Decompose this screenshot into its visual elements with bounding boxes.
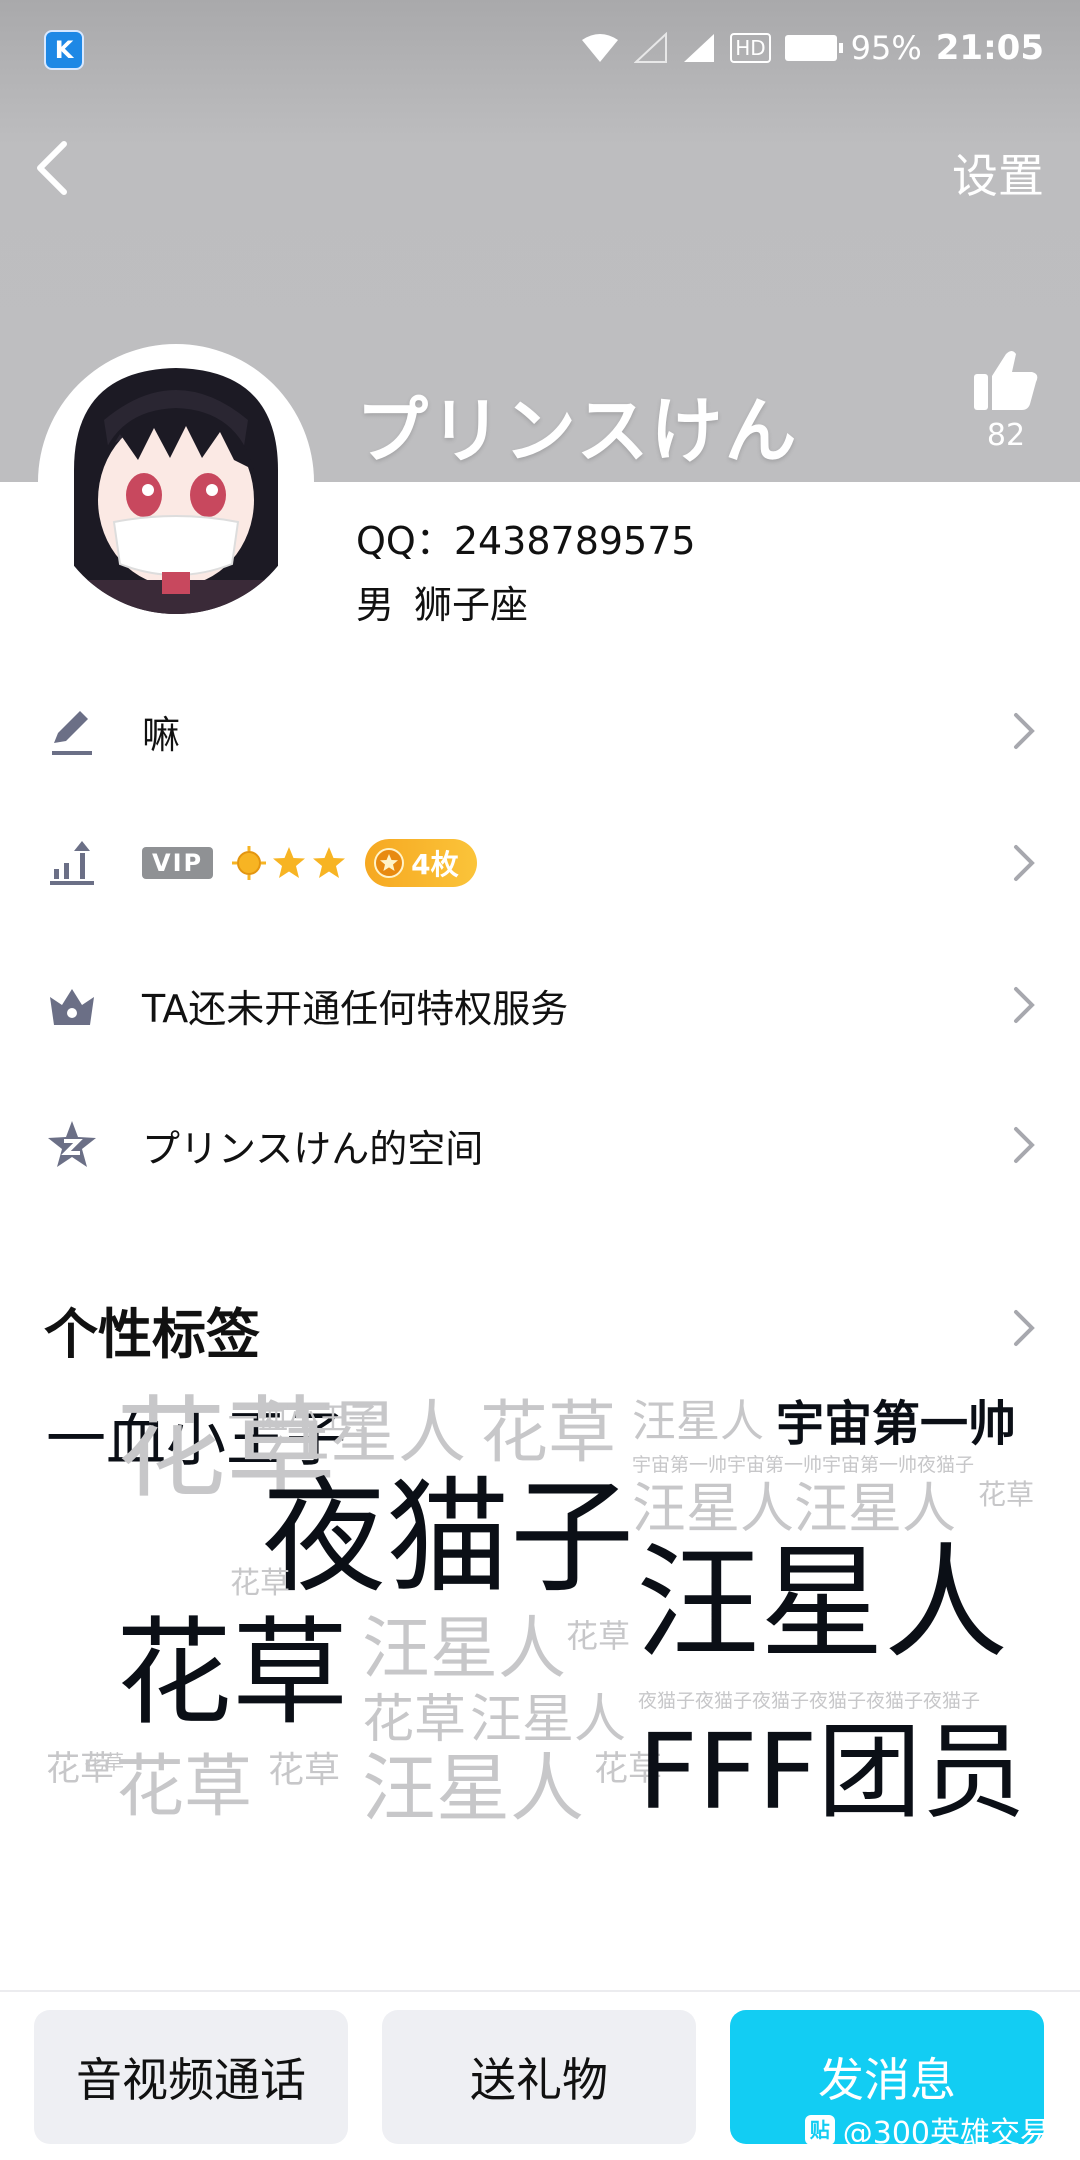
qzone-text: プリンスけん的空间 <box>142 1126 484 1171</box>
tag-item: 一血小王子 <box>46 1405 346 1475</box>
signature-text: 嘛 <box>142 712 181 757</box>
tieba-logo-icon: 贴 <box>804 2115 835 2145</box>
back-arrow-icon[interactable] <box>30 138 78 198</box>
crown-icon <box>50 989 94 1025</box>
app-notification-icon: K <box>44 30 84 70</box>
tag-item: 花草 <box>978 1478 1035 1511</box>
wifi-icon <box>582 34 619 62</box>
watermark: 贴 @300英雄交易吧 <box>804 2108 1080 2152</box>
signal-icon <box>684 34 715 62</box>
signal-empty-icon <box>634 32 668 63</box>
pencil-icon <box>52 711 92 755</box>
send-gift-button[interactable]: 送礼物 <box>382 2010 696 2144</box>
chevron-right-icon <box>1014 845 1035 881</box>
settings-button[interactable]: 设置 <box>952 140 1044 206</box>
tag-item: 花草 <box>116 1748 253 1827</box>
tag-item: 汪星人 <box>362 1610 567 1689</box>
clock: 21:05 <box>935 28 1044 68</box>
zodiac: 狮子座 <box>414 583 529 627</box>
tag-item: 夜猫子夜猫子夜猫子夜猫子夜猫子夜猫子 <box>638 1690 981 1712</box>
tag-item: 花草 <box>268 1750 341 1791</box>
tag-item: 花草 <box>46 1749 114 1789</box>
watermark-text: @300英雄交易吧 <box>842 2116 1080 2151</box>
tag-item: 汪星人 <box>470 1690 627 1750</box>
avatar-image <box>44 350 308 614</box>
tag-item: 汪星人 <box>632 1396 764 1447</box>
tag-item: 宇宙第一帅宇宙第一帅宇宙第一帅夜猫子 <box>632 1454 975 1476</box>
tag-item: FFF团员 <box>638 1711 1026 1833</box>
tag-item: 花草 <box>84 1750 124 1774</box>
qq-number: QQ：2438789575 <box>356 519 696 563</box>
signature-row[interactable]: 嘛 <box>0 676 1080 786</box>
tag-item: 夜猫子 <box>262 1466 635 1610</box>
medal-count-badge: 4枚 <box>365 839 477 887</box>
like-button[interactable]: 82 <box>966 348 1046 453</box>
av-call-button[interactable]: 音视频通话 <box>34 2010 348 2144</box>
status-indicators: HD 95% 21:05 <box>580 26 1044 70</box>
avatar[interactable] <box>44 350 308 614</box>
tag-item: 花草 <box>480 1394 617 1473</box>
hd-badge: HD <box>730 33 771 63</box>
qzone-star-icon <box>48 1121 96 1167</box>
level-badges: VIP 4枚 <box>142 839 477 887</box>
tags-chevron-icon[interactable] <box>1012 1308 1036 1348</box>
tag-item: 汪星人 <box>262 1394 467 1473</box>
vip-badge: VIP <box>142 847 214 879</box>
tag-item: 汪星人 <box>362 1746 584 1832</box>
medal-icon <box>374 848 405 878</box>
nickname: プリンスけん <box>356 389 799 473</box>
battery-icon <box>784 35 843 61</box>
chevron-right-icon <box>1014 987 1035 1023</box>
tags-title: 个性标签 <box>44 1303 260 1366</box>
tag-item: 花草 <box>594 1749 662 1789</box>
thumbs-up-icon <box>974 351 1038 410</box>
star-icon <box>313 847 346 878</box>
battery-percent: 95% <box>850 29 922 67</box>
privilege-text: TA还未开通任何特权服务 <box>142 986 569 1031</box>
tag-item: 花草 <box>230 1566 290 1601</box>
privilege-row[interactable]: TA还未开通任何特权服务 <box>0 950 1080 1060</box>
chevron-right-icon <box>1014 713 1035 749</box>
tag-item: 汪星人 <box>636 1532 1009 1676</box>
tag-cloud[interactable]: 一血小王子 花草 一血小王子 汪星人 花草 汪星人 宇宙第一帅 宇宙第一帅宇宙第… <box>0 1390 1080 1850</box>
tag-item: 汪星人汪星人 <box>632 1477 956 1540</box>
like-count: 82 <box>986 418 1026 453</box>
tag-item: 宇宙第一帅 <box>776 1396 1017 1452</box>
tag-item: 花草 <box>362 1690 467 1750</box>
chevron-right-icon <box>1014 1127 1035 1163</box>
star-icon <box>273 847 306 878</box>
qzone-row[interactable]: プリンスけん的空间 <box>0 1090 1080 1200</box>
tag-item: 花草 <box>116 1385 336 1513</box>
medal-count: 4枚 <box>411 848 459 881</box>
level-stars <box>231 845 347 881</box>
tag-item: 花草 <box>566 1617 631 1655</box>
tag-item: 一血小王子 <box>228 1402 378 1437</box>
level-row[interactable]: VIP 4枚 <box>0 808 1080 918</box>
gender: 男 <box>356 583 395 627</box>
tag-item: 花草 <box>116 1606 348 1741</box>
sun-icon <box>232 846 267 880</box>
profile-page: K HD 95% 21:05 设置 プリンスけん 82 QQ：243878957… <box>0 0 1080 2160</box>
gender-zodiac: 男狮子座 <box>356 574 548 629</box>
status-bar: K HD 95% 21:05 <box>0 0 1080 96</box>
level-chart-icon <box>50 841 94 885</box>
